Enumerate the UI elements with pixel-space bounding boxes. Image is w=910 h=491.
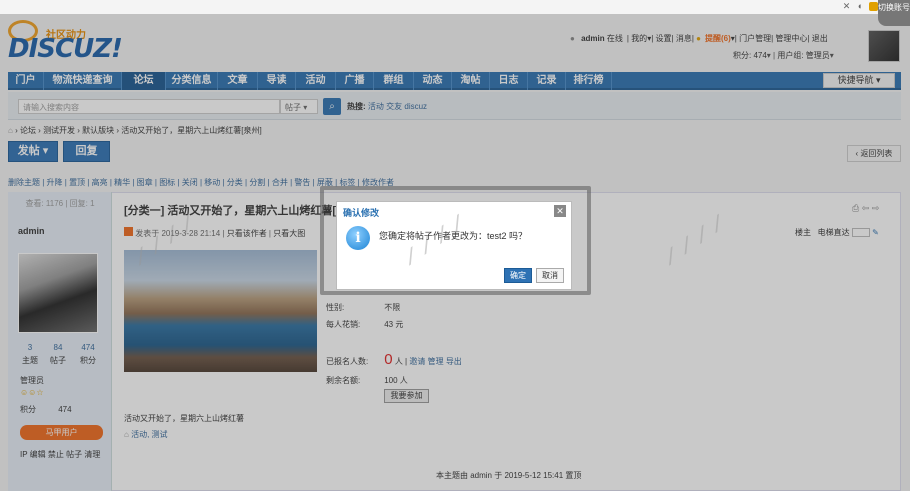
top-toolbar: ✕ ◐ (0, 0, 910, 14)
dialog-close-icon[interactable]: ✕ (554, 205, 566, 217)
close-icon[interactable]: ✕ (842, 2, 851, 11)
mobile-icon[interactable] (869, 2, 878, 11)
info-icon: i (346, 226, 370, 250)
cancel-button[interactable]: 取消 (536, 268, 564, 283)
confirm-button[interactable]: 确定 (504, 268, 532, 283)
switch-account-button[interactable]: 切换账号 (878, 0, 910, 26)
theme-icon[interactable]: ◐ (856, 2, 865, 11)
dialog-title: 确认修改 (343, 208, 380, 218)
dialog-message: 您确定将帖子作者更改为：test2 吗？ (379, 231, 528, 241)
